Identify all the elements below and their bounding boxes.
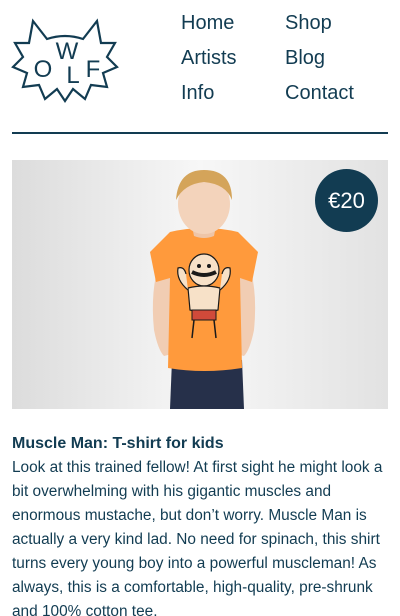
nav-home[interactable]: Home [181,10,234,36]
svg-text:L: L [66,62,79,89]
product-description: Look at this trained fellow! At first si… [12,459,383,616]
owlf-logo[interactable]: W O L F [11,13,119,103]
svg-text:W: W [56,38,79,65]
svg-text:O: O [34,56,53,83]
nav-shop[interactable]: Shop [285,10,332,36]
product-title: Muscle Man: T-shirt for kids [12,435,224,452]
price-badge: €20 [315,169,378,232]
header-divider [12,132,388,134]
nav-contact[interactable]: Contact [285,80,354,106]
nav-artists[interactable]: Artists [181,45,237,71]
owlf-logo-mark: W O L F [11,18,119,103]
site-header: W O L F Home Shop Artists Blog Info Cont… [0,0,400,136]
product-card: €20 [12,160,388,409]
nav-info[interactable]: Info [181,80,214,106]
svg-text:F: F [86,56,101,83]
nav-blog[interactable]: Blog [285,45,325,71]
